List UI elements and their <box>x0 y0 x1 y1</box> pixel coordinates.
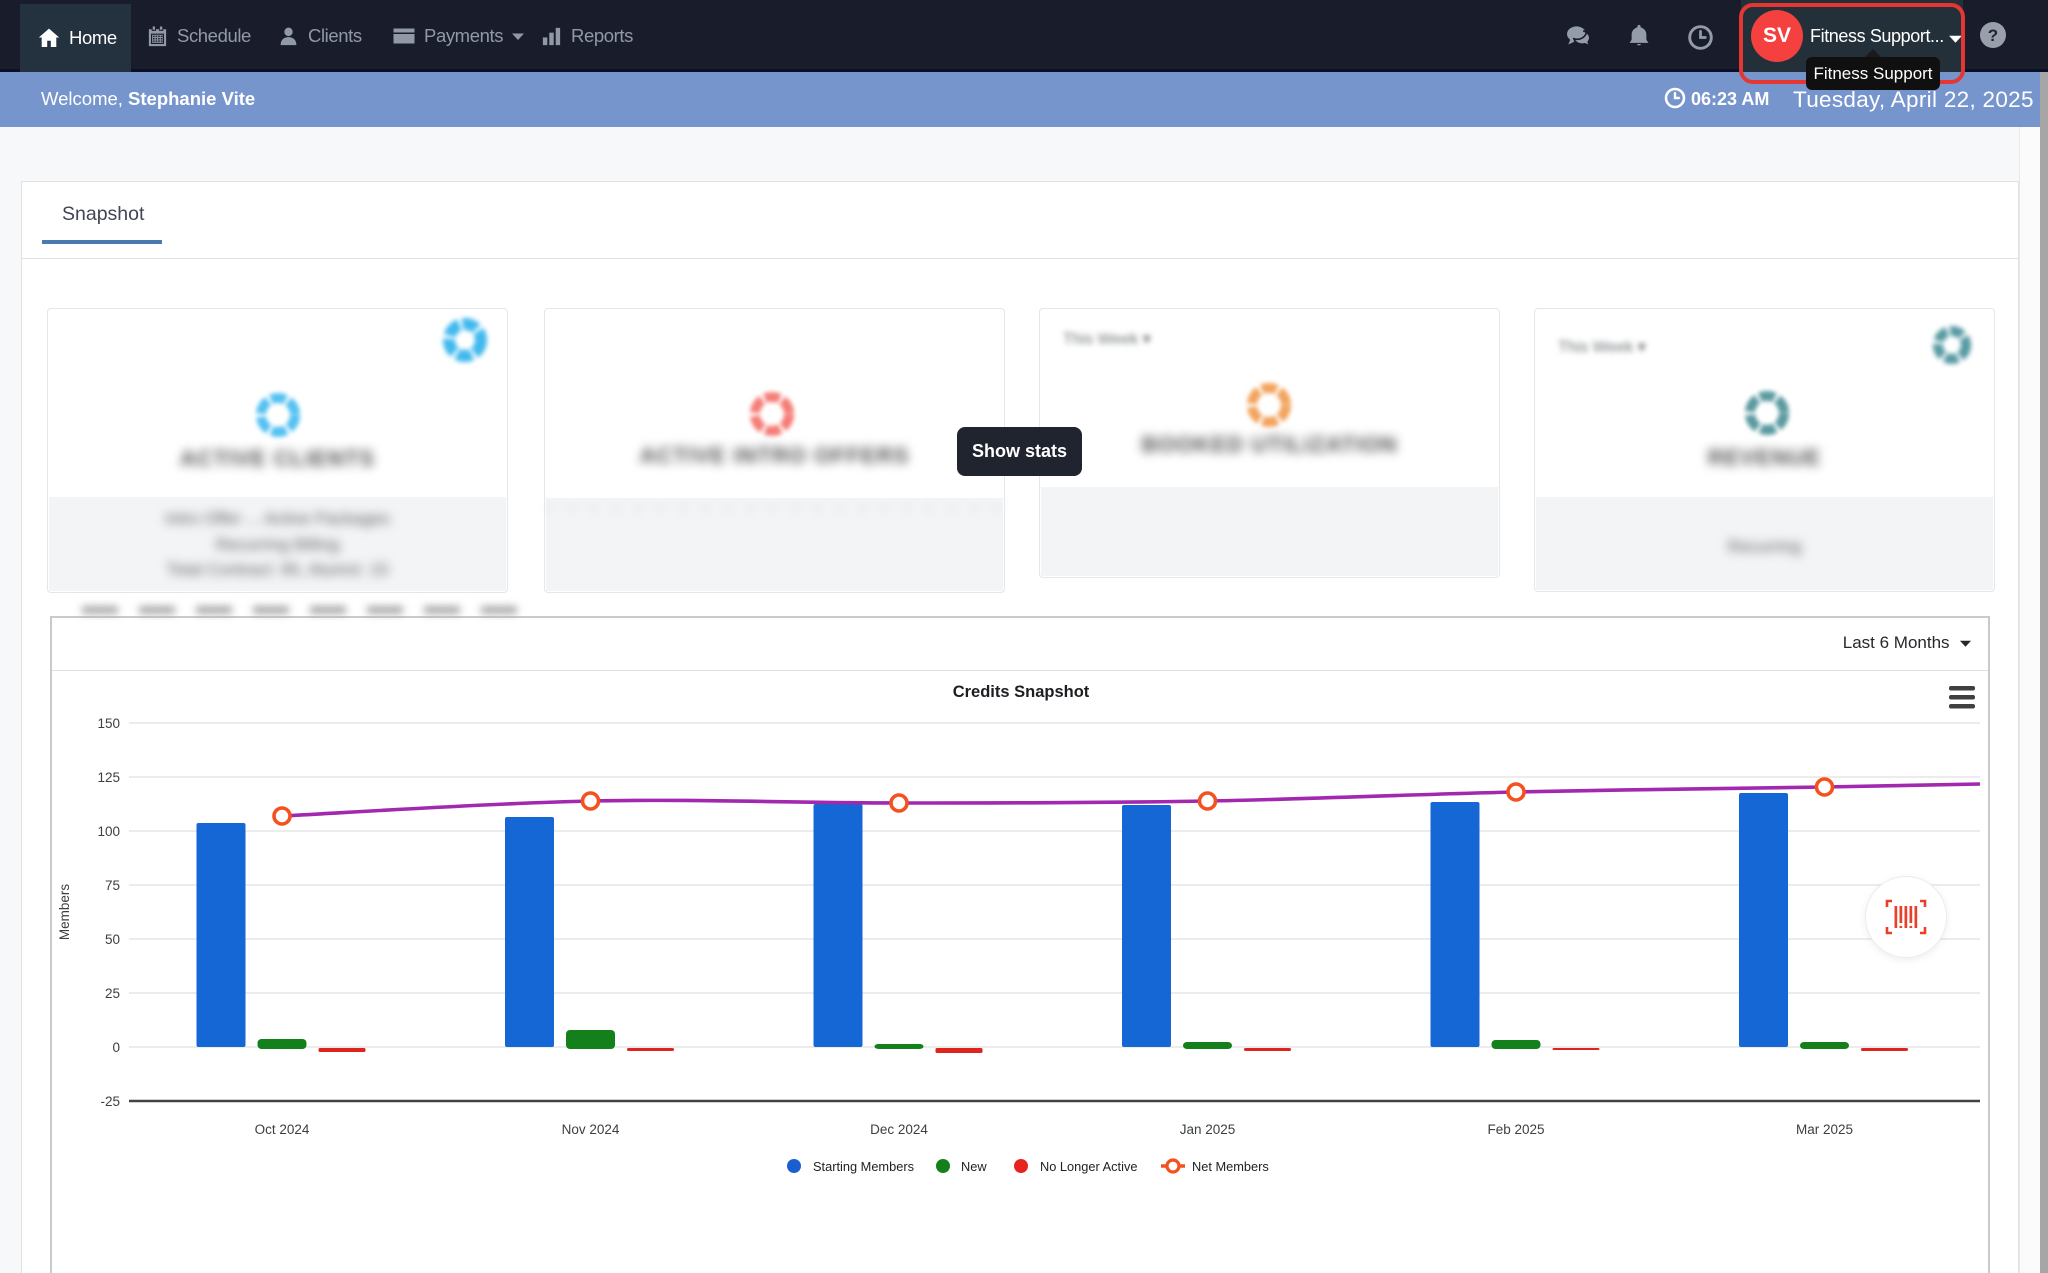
svg-text:Starting Members: Starting Members <box>813 1159 914 1174</box>
svg-text:Feb 2025: Feb 2025 <box>1487 1122 1544 1137</box>
svg-text:Oct 2024: Oct 2024 <box>255 1122 310 1137</box>
svg-text:75: 75 <box>105 878 120 893</box>
svg-text:No Longer Active: No Longer Active <box>1040 1159 1137 1174</box>
svg-text:New: New <box>961 1159 987 1174</box>
svg-text:Net Members: Net Members <box>1192 1159 1269 1174</box>
svg-text:Mar 2025: Mar 2025 <box>1796 1122 1853 1137</box>
svg-text:125: 125 <box>97 770 120 785</box>
svg-text:Members: Members <box>57 884 72 941</box>
svg-text:Dec 2024: Dec 2024 <box>870 1122 928 1137</box>
svg-text:-25: -25 <box>100 1094 120 1109</box>
svg-text:0: 0 <box>112 1040 120 1055</box>
svg-text:150: 150 <box>97 716 120 731</box>
svg-text:100: 100 <box>97 824 120 839</box>
svg-text:Nov 2024: Nov 2024 <box>562 1122 620 1137</box>
svg-text:Credits Snapshot: Credits Snapshot <box>953 683 1090 701</box>
svg-text:25: 25 <box>105 986 120 1001</box>
svg-text:50: 50 <box>105 932 120 947</box>
svg-text:Jan 2025: Jan 2025 <box>1180 1122 1236 1137</box>
svg-text:?: ? <box>1988 26 1998 45</box>
